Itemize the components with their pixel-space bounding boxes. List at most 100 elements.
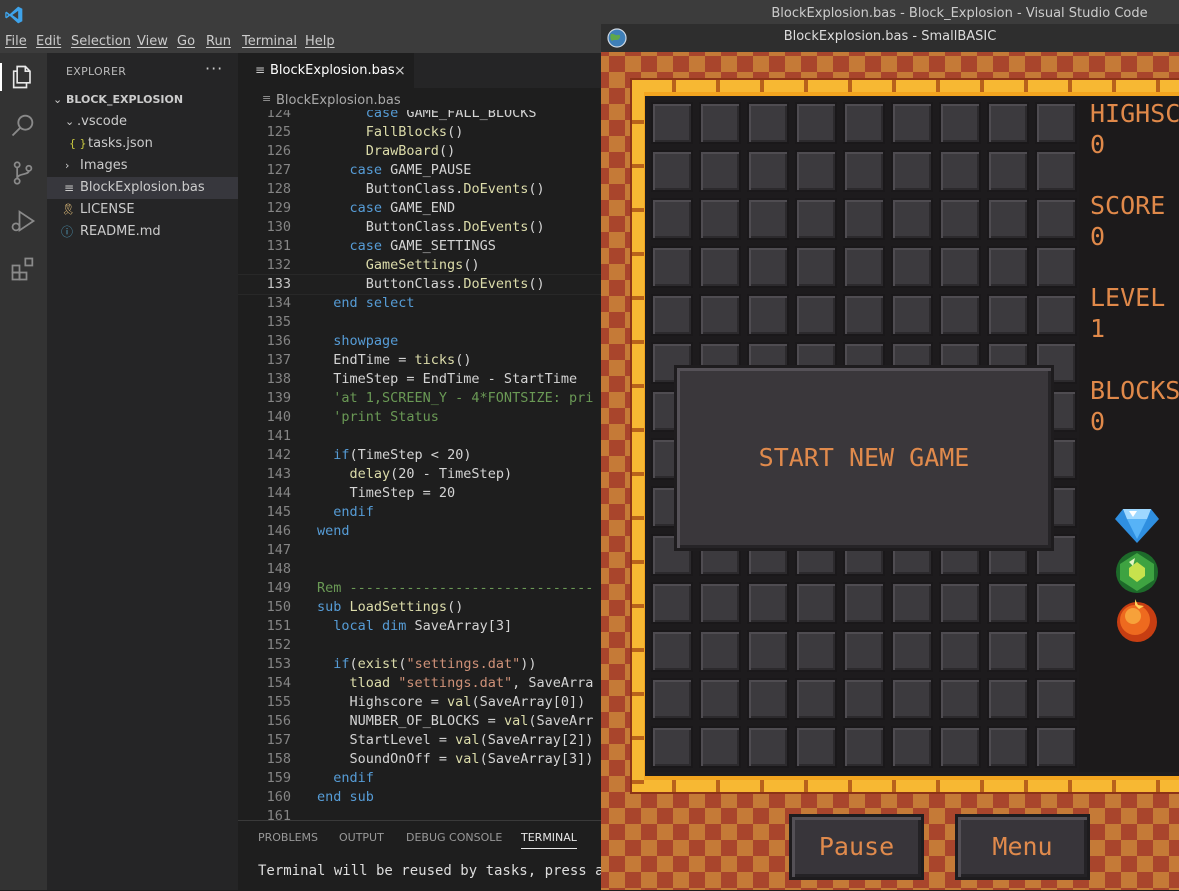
start-new-game-dialog[interactable]: START NEW GAME	[674, 365, 1054, 551]
code-line[interactable]: 149 Rem ------------------------------	[238, 579, 601, 598]
code-line[interactable]: 139 'at 1,SCREEN_Y - 4*FONTSIZE: pri	[238, 389, 601, 408]
grid-cell[interactable]	[939, 726, 981, 768]
grid-cell[interactable]	[987, 150, 1029, 192]
grid-cell[interactable]	[747, 150, 789, 192]
grid-cell[interactable]	[843, 246, 885, 288]
grid-cell[interactable]	[699, 678, 741, 720]
code-line[interactable]: 148	[238, 560, 601, 579]
grid-cell[interactable]	[795, 246, 837, 288]
code-line[interactable]: 144 TimeStep = 20	[238, 484, 601, 503]
grid-cell[interactable]	[651, 150, 693, 192]
code-line[interactable]: 126 DrawBoard()	[238, 142, 601, 161]
tree-item-readme[interactable]: ⓘ README.md	[47, 221, 238, 243]
grid-cell[interactable]	[747, 102, 789, 144]
grid-cell[interactable]	[795, 102, 837, 144]
tab-debug-console[interactable]: DEBUG CONSOLE	[406, 831, 502, 844]
grid-cell[interactable]	[843, 726, 885, 768]
grid-cell[interactable]	[939, 102, 981, 144]
code-line[interactable]: 147	[238, 541, 601, 560]
folder-root[interactable]: ⌄ BLOCK_EXPLOSION	[47, 89, 238, 111]
search-icon[interactable]	[9, 111, 37, 139]
tab-terminal[interactable]: TERMINAL	[521, 831, 577, 849]
code-line[interactable]: 127 case GAME_PAUSE	[238, 161, 601, 180]
grid-cell[interactable]	[795, 726, 837, 768]
extensions-icon[interactable]	[9, 255, 37, 283]
grid-cell[interactable]	[795, 198, 837, 240]
grid-cell[interactable]	[891, 582, 933, 624]
grid-cell[interactable]	[1035, 294, 1077, 336]
grid-cell[interactable]	[651, 726, 693, 768]
code-line[interactable]: 142 if(TimeStep < 20)	[238, 446, 601, 465]
tab-output[interactable]: OUTPUT	[339, 831, 384, 844]
grid-cell[interactable]	[891, 150, 933, 192]
code-line[interactable]: 137 EndTime = ticks()	[238, 351, 601, 370]
grid-cell[interactable]	[1035, 150, 1077, 192]
grid-cell[interactable]	[1035, 582, 1077, 624]
grid-cell[interactable]	[651, 294, 693, 336]
grid-cell[interactable]	[843, 294, 885, 336]
grid-cell[interactable]	[1035, 102, 1077, 144]
menu-edit[interactable]: Edit	[36, 32, 61, 52]
menu-file[interactable]: File	[5, 32, 27, 52]
grid-cell[interactable]	[651, 582, 693, 624]
grid-cell[interactable]	[651, 678, 693, 720]
code-line[interactable]: 138 TimeStep = EndTime - StartTime	[238, 370, 601, 389]
menu-go[interactable]: Go	[177, 32, 195, 52]
code-line[interactable]: 131 case GAME_SETTINGS	[238, 237, 601, 256]
explorer-files-icon[interactable]	[9, 63, 37, 91]
grid-cell[interactable]	[699, 150, 741, 192]
grid-cell[interactable]	[843, 582, 885, 624]
code-line[interactable]: 124 case GAME_FALL_BLOCKS	[238, 110, 601, 123]
code-line[interactable]: 143 delay(20 - TimeStep)	[238, 465, 601, 484]
code-line[interactable]: 153 if(exist("settings.dat"))	[238, 655, 601, 674]
code-line[interactable]: 128 ButtonClass.DoEvents()	[238, 180, 601, 199]
grid-cell[interactable]	[843, 630, 885, 672]
code-line[interactable]: 152	[238, 636, 601, 655]
code-line[interactable]: 146 wend	[238, 522, 601, 541]
pause-button[interactable]: Pause	[789, 814, 924, 880]
grid-cell[interactable]	[747, 294, 789, 336]
grid-cell[interactable]	[795, 582, 837, 624]
code-line[interactable]: 125 FallBlocks()	[238, 123, 601, 142]
menu-selection[interactable]: Selection	[71, 32, 131, 52]
code-line[interactable]: 129 case GAME_END	[238, 199, 601, 218]
grid-cell[interactable]	[699, 726, 741, 768]
run-debug-icon[interactable]	[9, 207, 37, 235]
tree-item-vscode[interactable]: ⌄ .vscode	[47, 111, 238, 133]
code-line[interactable]: 132 GameSettings()	[238, 256, 601, 275]
grid-cell[interactable]	[747, 246, 789, 288]
grid-cell[interactable]	[891, 726, 933, 768]
grid-cell[interactable]	[987, 102, 1029, 144]
grid-cell[interactable]	[987, 198, 1029, 240]
grid-cell[interactable]	[747, 582, 789, 624]
code-line[interactable]: 135	[238, 313, 601, 332]
grid-cell[interactable]	[987, 582, 1029, 624]
code-line[interactable]: 141	[238, 427, 601, 446]
grid-cell[interactable]	[747, 726, 789, 768]
tree-item-blockexplosion[interactable]: ≡ BlockExplosion.bas	[47, 177, 238, 199]
grid-cell[interactable]	[987, 726, 1029, 768]
grid-cell[interactable]	[1035, 630, 1077, 672]
code-line[interactable]: 159 endif	[238, 769, 601, 788]
grid-cell[interactable]	[795, 294, 837, 336]
code-line[interactable]: 136 showpage	[238, 332, 601, 351]
more-actions-icon[interactable]: ···	[205, 59, 223, 78]
grid-cell[interactable]	[843, 678, 885, 720]
code-line[interactable]: 151 local dim SaveArray[3]	[238, 617, 601, 636]
tree-item-images[interactable]: › Images	[47, 155, 238, 177]
grid-cell[interactable]	[987, 678, 1029, 720]
grid-cell[interactable]	[891, 630, 933, 672]
tree-item-license[interactable]: 🎗 LICENSE	[47, 199, 238, 221]
grid-cell[interactable]	[1035, 246, 1077, 288]
code-editor[interactable]: 124 case GAME_FALL_BLOCKS 125 FallBlocks(…	[238, 110, 601, 820]
close-icon[interactable]: ×	[394, 53, 406, 89]
grid-cell[interactable]	[699, 294, 741, 336]
grid-cell[interactable]	[651, 198, 693, 240]
grid-cell[interactable]	[699, 102, 741, 144]
grid-cell[interactable]	[939, 294, 981, 336]
code-line[interactable]: 160 end sub	[238, 788, 601, 807]
grid-cell[interactable]	[843, 150, 885, 192]
terminal-output[interactable]: Terminal will be reused by tasks, press …	[258, 863, 620, 879]
code-line[interactable]: 158 SoundOnOff = val(SaveArray[3])	[238, 750, 601, 769]
grid-cell[interactable]	[795, 678, 837, 720]
